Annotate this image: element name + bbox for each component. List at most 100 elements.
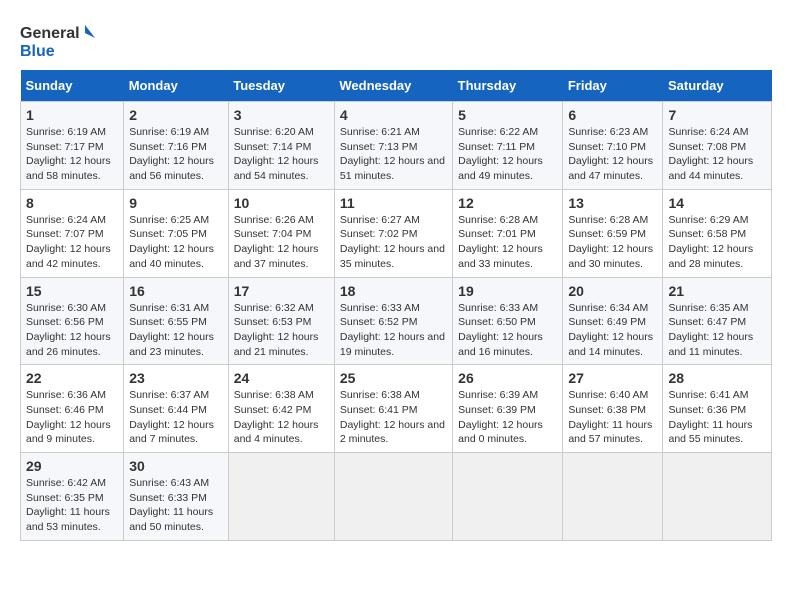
day-cell-26: 26 Sunrise: 6:39 AMSunset: 6:39 PMDaylig… — [453, 365, 563, 453]
day-cell-7: 7 Sunrise: 6:24 AMSunset: 7:08 PMDayligh… — [663, 102, 772, 190]
day-cell-17: 17 Sunrise: 6:32 AMSunset: 6:53 PMDaylig… — [228, 277, 334, 365]
day-info: Sunrise: 6:19 AMSunset: 7:16 PMDaylight:… — [129, 125, 223, 184]
day-number: 23 — [129, 370, 223, 386]
day-cell-8: 8 Sunrise: 6:24 AMSunset: 7:07 PMDayligh… — [21, 189, 124, 277]
empty-cell — [563, 453, 663, 541]
day-cell-1: 1 Sunrise: 6:19 AMSunset: 7:17 PMDayligh… — [21, 102, 124, 190]
day-info: Sunrise: 6:34 AMSunset: 6:49 PMDaylight:… — [568, 301, 657, 360]
day-info: Sunrise: 6:27 AMSunset: 7:02 PMDaylight:… — [340, 213, 447, 272]
day-number: 28 — [668, 370, 766, 386]
day-number: 20 — [568, 283, 657, 299]
day-info: Sunrise: 6:42 AMSunset: 6:35 PMDaylight:… — [26, 476, 118, 535]
day-info: Sunrise: 6:24 AMSunset: 7:07 PMDaylight:… — [26, 213, 118, 272]
day-info: Sunrise: 6:32 AMSunset: 6:53 PMDaylight:… — [234, 301, 329, 360]
day-number: 25 — [340, 370, 447, 386]
day-cell-24: 24 Sunrise: 6:38 AMSunset: 6:42 PMDaylig… — [228, 365, 334, 453]
weekday-header-sunday: Sunday — [21, 70, 124, 102]
day-info: Sunrise: 6:23 AMSunset: 7:10 PMDaylight:… — [568, 125, 657, 184]
day-info: Sunrise: 6:28 AMSunset: 6:59 PMDaylight:… — [568, 213, 657, 272]
day-cell-12: 12 Sunrise: 6:28 AMSunset: 7:01 PMDaylig… — [453, 189, 563, 277]
day-number: 21 — [668, 283, 766, 299]
day-info: Sunrise: 6:33 AMSunset: 6:52 PMDaylight:… — [340, 301, 447, 360]
day-number: 26 — [458, 370, 557, 386]
day-cell-2: 2 Sunrise: 6:19 AMSunset: 7:16 PMDayligh… — [124, 102, 229, 190]
day-info: Sunrise: 6:36 AMSunset: 6:46 PMDaylight:… — [26, 388, 118, 447]
day-cell-10: 10 Sunrise: 6:26 AMSunset: 7:04 PMDaylig… — [228, 189, 334, 277]
day-info: Sunrise: 6:37 AMSunset: 6:44 PMDaylight:… — [129, 388, 223, 447]
day-number: 14 — [668, 195, 766, 211]
day-cell-19: 19 Sunrise: 6:33 AMSunset: 6:50 PMDaylig… — [453, 277, 563, 365]
day-cell-16: 16 Sunrise: 6:31 AMSunset: 6:55 PMDaylig… — [124, 277, 229, 365]
empty-cell — [228, 453, 334, 541]
day-info: Sunrise: 6:20 AMSunset: 7:14 PMDaylight:… — [234, 125, 329, 184]
day-info: Sunrise: 6:26 AMSunset: 7:04 PMDaylight:… — [234, 213, 329, 272]
logo: GeneralBlue — [20, 20, 100, 60]
day-info: Sunrise: 6:21 AMSunset: 7:13 PMDaylight:… — [340, 125, 447, 184]
weekday-header-tuesday: Tuesday — [228, 70, 334, 102]
day-number: 13 — [568, 195, 657, 211]
day-info: Sunrise: 6:24 AMSunset: 7:08 PMDaylight:… — [668, 125, 766, 184]
day-number: 12 — [458, 195, 557, 211]
day-info: Sunrise: 6:35 AMSunset: 6:47 PMDaylight:… — [668, 301, 766, 360]
day-info: Sunrise: 6:31 AMSunset: 6:55 PMDaylight:… — [129, 301, 223, 360]
day-cell-29: 29 Sunrise: 6:42 AMSunset: 6:35 PMDaylig… — [21, 453, 124, 541]
day-number: 16 — [129, 283, 223, 299]
day-number: 29 — [26, 458, 118, 474]
day-cell-9: 9 Sunrise: 6:25 AMSunset: 7:05 PMDayligh… — [124, 189, 229, 277]
day-number: 30 — [129, 458, 223, 474]
day-number: 17 — [234, 283, 329, 299]
day-info: Sunrise: 6:33 AMSunset: 6:50 PMDaylight:… — [458, 301, 557, 360]
day-number: 27 — [568, 370, 657, 386]
day-number: 9 — [129, 195, 223, 211]
svg-text:General: General — [20, 25, 80, 42]
day-cell-18: 18 Sunrise: 6:33 AMSunset: 6:52 PMDaylig… — [334, 277, 452, 365]
day-cell-14: 14 Sunrise: 6:29 AMSunset: 6:58 PMDaylig… — [663, 189, 772, 277]
weekday-header-wednesday: Wednesday — [334, 70, 452, 102]
day-cell-6: 6 Sunrise: 6:23 AMSunset: 7:10 PMDayligh… — [563, 102, 663, 190]
day-info: Sunrise: 6:41 AMSunset: 6:36 PMDaylight:… — [668, 388, 766, 447]
day-info: Sunrise: 6:40 AMSunset: 6:38 PMDaylight:… — [568, 388, 657, 447]
day-number: 4 — [340, 107, 447, 123]
day-number: 2 — [129, 107, 223, 123]
day-cell-23: 23 Sunrise: 6:37 AMSunset: 6:44 PMDaylig… — [124, 365, 229, 453]
day-cell-20: 20 Sunrise: 6:34 AMSunset: 6:49 PMDaylig… — [563, 277, 663, 365]
day-number: 15 — [26, 283, 118, 299]
day-info: Sunrise: 6:22 AMSunset: 7:11 PMDaylight:… — [458, 125, 557, 184]
day-number: 19 — [458, 283, 557, 299]
weekday-header-monday: Monday — [124, 70, 229, 102]
day-number: 8 — [26, 195, 118, 211]
day-number: 11 — [340, 195, 447, 211]
weekday-header-friday: Friday — [563, 70, 663, 102]
day-cell-4: 4 Sunrise: 6:21 AMSunset: 7:13 PMDayligh… — [334, 102, 452, 190]
day-cell-5: 5 Sunrise: 6:22 AMSunset: 7:11 PMDayligh… — [453, 102, 563, 190]
day-info: Sunrise: 6:25 AMSunset: 7:05 PMDaylight:… — [129, 213, 223, 272]
day-cell-21: 21 Sunrise: 6:35 AMSunset: 6:47 PMDaylig… — [663, 277, 772, 365]
empty-cell — [663, 453, 772, 541]
day-info: Sunrise: 6:39 AMSunset: 6:39 PMDaylight:… — [458, 388, 557, 447]
day-info: Sunrise: 6:43 AMSunset: 6:33 PMDaylight:… — [129, 476, 223, 535]
day-info: Sunrise: 6:29 AMSunset: 6:58 PMDaylight:… — [668, 213, 766, 272]
day-cell-25: 25 Sunrise: 6:38 AMSunset: 6:41 PMDaylig… — [334, 365, 452, 453]
empty-cell — [334, 453, 452, 541]
day-number: 10 — [234, 195, 329, 211]
day-number: 18 — [340, 283, 447, 299]
page-header: GeneralBlue — [20, 20, 772, 60]
day-number: 1 — [26, 107, 118, 123]
logo-icon: GeneralBlue — [20, 20, 100, 60]
weekday-header-thursday: Thursday — [453, 70, 563, 102]
day-cell-11: 11 Sunrise: 6:27 AMSunset: 7:02 PMDaylig… — [334, 189, 452, 277]
day-number: 3 — [234, 107, 329, 123]
weekday-header-saturday: Saturday — [663, 70, 772, 102]
day-info: Sunrise: 6:38 AMSunset: 6:42 PMDaylight:… — [234, 388, 329, 447]
day-info: Sunrise: 6:30 AMSunset: 6:56 PMDaylight:… — [26, 301, 118, 360]
svg-text:Blue: Blue — [20, 43, 55, 60]
day-number: 22 — [26, 370, 118, 386]
day-cell-28: 28 Sunrise: 6:41 AMSunset: 6:36 PMDaylig… — [663, 365, 772, 453]
day-info: Sunrise: 6:28 AMSunset: 7:01 PMDaylight:… — [458, 213, 557, 272]
day-cell-27: 27 Sunrise: 6:40 AMSunset: 6:38 PMDaylig… — [563, 365, 663, 453]
day-info: Sunrise: 6:38 AMSunset: 6:41 PMDaylight:… — [340, 388, 447, 447]
calendar-table: SundayMondayTuesdayWednesdayThursdayFrid… — [20, 70, 772, 541]
day-number: 24 — [234, 370, 329, 386]
day-cell-13: 13 Sunrise: 6:28 AMSunset: 6:59 PMDaylig… — [563, 189, 663, 277]
day-number: 7 — [668, 107, 766, 123]
